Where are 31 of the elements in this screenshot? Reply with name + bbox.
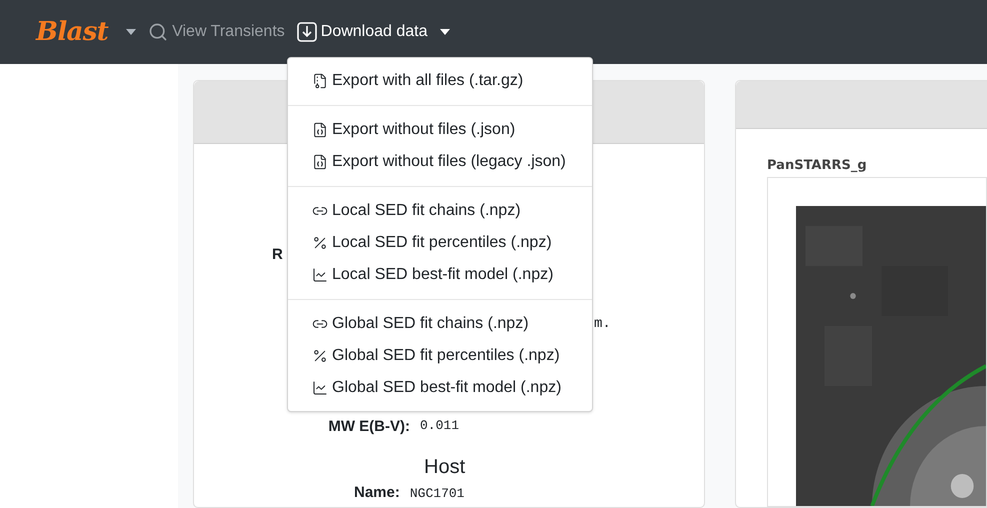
archive-file-icon [312, 73, 328, 89]
field-label: Name: [354, 483, 400, 503]
field-value: NGC1701 [410, 485, 464, 503]
menu-item[interactable]: Export with all files (.tar.gz) [288, 65, 592, 97]
menu-item[interactable]: Export without files (.json) [288, 114, 592, 146]
field-value: 0.011 [420, 417, 460, 435]
menu-item[interactable]: Export without files (legacy .json) [288, 146, 592, 178]
json-file-icon [312, 122, 328, 138]
brand-logo[interactable]: Blast [36, 12, 108, 52]
line-chart-icon [312, 380, 328, 396]
nav-link[interactable]: View Transients [148, 20, 285, 44]
caret-icon [440, 29, 450, 35]
section-heading: Host [424, 455, 466, 480]
percent-icon [312, 235, 328, 251]
field-label: MW E(B-V): [328, 417, 410, 437]
menu-item[interactable]: Local SED fit percentiles (.npz) [288, 227, 592, 259]
line-chart-icon [312, 267, 328, 283]
menu-item[interactable]: Local SED best-fit model (.npz) [288, 259, 592, 291]
menu-item[interactable]: Global SED fit chains (.npz) [288, 308, 592, 340]
field-label: R [272, 245, 283, 265]
json-file-icon [312, 154, 328, 170]
field-value: m. [594, 315, 611, 334]
cutout-title: PanSTARRS_g [767, 156, 868, 174]
menu-item[interactable]: Local SED fit chains (.npz) [288, 195, 592, 227]
menu-item[interactable]: Global SED fit percentiles (.npz) [288, 340, 592, 372]
menu-item[interactable]: Global SED best-fit model (.npz) [288, 372, 592, 404]
percent-icon [312, 348, 328, 364]
search-icon [148, 22, 168, 42]
download-icon [296, 22, 317, 42]
caret-icon [126, 29, 136, 35]
nav-link[interactable]: Download data [296, 20, 450, 44]
